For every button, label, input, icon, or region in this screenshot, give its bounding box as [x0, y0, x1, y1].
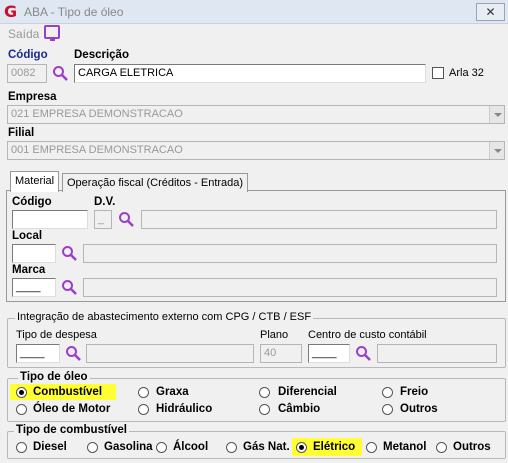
tipo-despesa-descricao-field: [86, 344, 254, 363]
window-title: ABA - Tipo de óleo: [24, 5, 124, 19]
monitor-icon[interactable]: [44, 25, 60, 41]
empresa-dropdown-icon[interactable]: [489, 106, 504, 123]
oleo-label-diferencial[interactable]: Diferencial: [278, 386, 337, 398]
material-descricao-field: [141, 210, 497, 229]
comb-radio-gas-natural[interactable]: [226, 442, 237, 453]
comb-radio-diesel[interactable]: [16, 442, 27, 453]
oleo-label-freio[interactable]: Freio: [400, 386, 428, 398]
tipo-oleo-title: Tipo de óleo: [18, 371, 90, 383]
app-logo-icon: G: [4, 2, 18, 21]
close-button[interactable]: ✕: [476, 3, 505, 21]
marca-label: Marca: [12, 264, 46, 276]
tipo-combustivel-title: Tipo de combustível: [14, 424, 129, 436]
comb-label-diesel[interactable]: Diesel: [33, 441, 67, 453]
comb-radio-alcool[interactable]: [156, 442, 167, 453]
integracao-title: Integração de abastecimento externo com …: [15, 311, 314, 323]
oleo-radio-freio[interactable]: [382, 387, 393, 398]
local-field[interactable]: [12, 244, 56, 263]
codigo-field[interactable]: 0082: [7, 64, 47, 83]
arla-label: Arla 32: [449, 67, 484, 79]
comb-radio-metanol[interactable]: [366, 442, 377, 453]
comb-radio-eletrico[interactable]: [296, 442, 307, 453]
marca-search-icon[interactable]: [61, 279, 77, 295]
oleo-label-outros[interactable]: Outros: [400, 403, 438, 415]
tipo-despesa-search-icon[interactable]: [65, 345, 81, 361]
centro-custo-descricao-field: [377, 344, 497, 363]
oleo-label-graxa[interactable]: Graxa: [156, 386, 189, 398]
marca-descricao-field: [83, 278, 497, 297]
comb-label-eletrico[interactable]: Elétrico: [313, 441, 355, 453]
centro-custo-search-icon[interactable]: [355, 345, 371, 361]
oleo-radio-hidraulico[interactable]: [138, 404, 149, 415]
centro-custo-field[interactable]: ____: [308, 344, 350, 363]
plano-field: 40: [260, 344, 302, 363]
oleo-label-oleo-motor[interactable]: Óleo de Motor: [33, 403, 110, 415]
menu-saida[interactable]: Saída: [8, 27, 39, 41]
tipo-despesa-label: Tipo de despesa: [16, 329, 97, 341]
empresa-select[interactable]: 021 EMPRESA DEMONSTRACAO: [7, 105, 505, 124]
comb-label-outros[interactable]: Outros: [453, 441, 491, 453]
plano-label: Plano: [260, 329, 289, 341]
tab-material[interactable]: Material: [10, 171, 60, 192]
filial-select[interactable]: 001 EMPRESA DEMONSTRACAO: [7, 141, 505, 160]
local-descricao-field: [83, 244, 497, 263]
centro-custo-label: Centro de custo contábil: [308, 329, 427, 341]
filial-dropdown-icon[interactable]: [489, 142, 504, 159]
dv-label: D.V.: [94, 196, 116, 208]
material-codigo-label: Código: [12, 196, 52, 208]
tipo-despesa-field[interactable]: ____: [16, 344, 60, 363]
oleo-radio-outros[interactable]: [382, 404, 393, 415]
descricao-field[interactable]: CARGA ELETRICA: [74, 64, 426, 83]
material-codigo-field[interactable]: [12, 210, 88, 229]
oleo-radio-cambio[interactable]: [259, 404, 270, 415]
comb-radio-outros[interactable]: [436, 442, 447, 453]
comb-label-metanol[interactable]: Metanol: [383, 441, 426, 453]
comb-label-gas-natural[interactable]: Gás Nat.: [243, 441, 290, 453]
dv-field[interactable]: _: [94, 210, 112, 229]
codigo-label: Código: [8, 49, 48, 61]
tab-operacao-fiscal[interactable]: Operação fiscal (Créditos - Entrada): [62, 173, 249, 192]
oleo-label-combustivel[interactable]: Combustível: [33, 386, 102, 398]
arla-checkbox[interactable]: [432, 67, 444, 79]
codigo-search-icon[interactable]: [52, 65, 68, 81]
descricao-label: Descrição: [74, 49, 129, 61]
oleo-label-cambio[interactable]: Câmbio: [278, 403, 320, 415]
comb-radio-gasolina[interactable]: [87, 442, 98, 453]
local-search-icon[interactable]: [61, 245, 77, 261]
comb-label-alcool[interactable]: Álcool: [173, 441, 208, 453]
local-label: Local: [12, 230, 43, 242]
marca-field[interactable]: ____: [12, 278, 56, 297]
material-search-icon[interactable]: [118, 211, 134, 227]
filial-label: Filial: [8, 127, 35, 139]
oleo-radio-oleo-motor[interactable]: [16, 404, 27, 415]
oleo-radio-graxa[interactable]: [138, 387, 149, 398]
oleo-label-hidraulico[interactable]: Hidráulico: [156, 403, 212, 415]
comb-label-gasolina[interactable]: Gasolina: [104, 441, 153, 453]
oleo-radio-diferencial[interactable]: [259, 387, 270, 398]
oleo-radio-combustivel[interactable]: [16, 387, 27, 398]
empresa-label: Empresa: [8, 91, 57, 103]
